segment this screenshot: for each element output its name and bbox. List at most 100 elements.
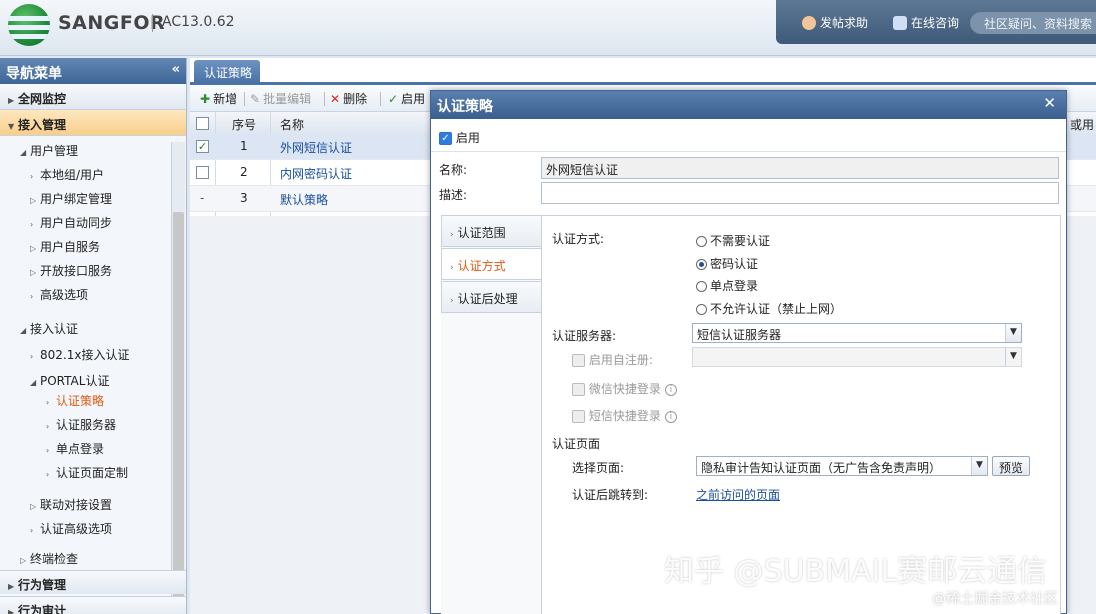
sms-login-option: 短信快捷登录 i: [572, 407, 677, 424]
chevron-right-icon: ›: [30, 352, 34, 361]
tree-access-auth[interactable]: ◢ 接入认证: [20, 320, 78, 337]
row-name-link[interactable]: 外网短信认证: [280, 139, 352, 156]
add-label: 新增: [213, 92, 238, 106]
tree-item[interactable]: ▷ 用户自服务: [30, 238, 100, 255]
consult-link[interactable]: 在线咨询: [893, 14, 959, 31]
chevron-right-icon: ›: [46, 422, 50, 431]
row-index: 2: [240, 165, 248, 179]
tree-item[interactable]: ▷ 联动对接设置: [30, 496, 112, 513]
sidebar-scrollbar[interactable]: ▼: [171, 142, 185, 614]
chevron-down-icon[interactable]: ▼: [971, 457, 987, 475]
tree-item[interactable]: › 高级选项: [30, 286, 88, 303]
sidebar-section-access[interactable]: ▼ 接入管理: [0, 110, 186, 136]
page-select[interactable]: 隐私审计告知认证页面（无广告含免责声明） ▼: [696, 456, 988, 476]
server-select[interactable]: 短信认证服务器 ▼: [692, 323, 1022, 343]
enable-checkbox[interactable]: ✓: [439, 132, 452, 145]
sms-checkbox: [572, 410, 585, 423]
tree-user-mgmt[interactable]: ◢ 用户管理: [20, 142, 78, 159]
add-button[interactable]: ✚ 新增: [200, 90, 237, 107]
radio-no-auth[interactable]: 不需要认证: [696, 232, 770, 249]
tree-item[interactable]: › 本地组/用户: [30, 166, 104, 183]
tree-label: 用户自动同步: [40, 216, 113, 230]
sidebar-section-behavior[interactable]: ▶ 行为管理: [0, 570, 186, 594]
tree-item[interactable]: › 认证服务器: [46, 416, 116, 433]
radio-label: 单点登录: [710, 279, 759, 293]
tree-item[interactable]: › 认证页面定制: [46, 464, 128, 481]
info-icon[interactable]: i: [664, 410, 677, 423]
tree-item[interactable]: ▷ 用户绑定管理: [30, 190, 112, 207]
tree-label: 认证高级选项: [40, 522, 113, 536]
row-checkbox[interactable]: [196, 166, 209, 179]
tree-item[interactable]: ▷ 终端检查: [20, 550, 78, 567]
toolbar-divider: [380, 92, 381, 106]
redirect-link[interactable]: 之前访问的页面: [696, 486, 780, 503]
tree-item-auth-policy[interactable]: › 认证策略: [46, 392, 104, 409]
row-checkbox[interactable]: ✓: [196, 140, 209, 153]
delete-button[interactable]: ✕ 删除: [330, 90, 367, 107]
tree-label: 用户自服务: [40, 240, 101, 254]
dialog-title: 认证策略: [437, 99, 493, 115]
enable-button[interactable]: ✓ 启用: [388, 90, 425, 107]
batch-edit-button[interactable]: ✎ 批量编辑: [250, 90, 311, 107]
triangle-right-icon: ▷: [30, 268, 37, 277]
radio-label: 密码认证: [710, 257, 759, 271]
row-name-link[interactable]: 内网密码认证: [280, 165, 352, 182]
info-icon[interactable]: i: [664, 383, 677, 396]
tree-item[interactable]: › 单点登录: [46, 440, 104, 457]
tree-item[interactable]: › 用户自动同步: [30, 214, 112, 231]
tree-item[interactable]: › 认证高级选项: [30, 520, 112, 537]
radio-button[interactable]: [696, 259, 707, 270]
sidebar-section-audit[interactable]: ▶ 行为审计: [0, 596, 186, 614]
self-register-option: 启用自注册:: [572, 351, 653, 368]
radio-password-auth[interactable]: 密码认证: [696, 255, 758, 272]
tree-item[interactable]: ▷ 开放接口服务: [30, 262, 112, 279]
radio-sso[interactable]: 单点登录: [696, 277, 758, 294]
subnav-post-auth[interactable]: › 认证后处理: [441, 281, 542, 313]
help-label: 发帖求助: [820, 16, 869, 30]
subnav-auth-scope[interactable]: › 认证范围: [441, 215, 542, 247]
subnav-auth-method[interactable]: › 认证方式: [441, 248, 542, 280]
radio-button[interactable]: [696, 236, 707, 247]
check-icon: ✓: [388, 91, 399, 106]
close-icon[interactable]: ✕: [1043, 94, 1056, 112]
version-label: AC13.0.62: [162, 14, 235, 30]
name-field[interactable]: 外网短信认证: [541, 157, 1059, 179]
wechat-login-option: 微信快捷登录 i: [572, 380, 677, 397]
radio-deny[interactable]: 不允许认证（禁止上网）: [696, 300, 842, 317]
help-link[interactable]: 发帖求助: [802, 14, 868, 31]
dialog-title-bar: 认证策略 ✕: [431, 91, 1066, 119]
triangle-right-icon: ▶: [8, 582, 15, 591]
tab-auth-policy[interactable]: 认证策略: [194, 60, 260, 82]
enable-toggle[interactable]: ✓ 启用: [439, 129, 480, 146]
sangfor-logo-icon: [8, 4, 50, 46]
divider: [431, 151, 1066, 152]
tree-label: 接入认证: [30, 322, 79, 336]
sidebar-title: 导航菜单: [6, 66, 62, 82]
row-name-link[interactable]: 默认策略: [280, 191, 328, 208]
collapse-icon[interactable]: «: [172, 62, 180, 77]
tree-portal[interactable]: ◢ PORTAL认证: [30, 372, 109, 389]
subnav-label: 认证方式: [457, 259, 506, 273]
chevron-right-icon: ›: [46, 446, 50, 455]
desc-field[interactable]: [541, 182, 1059, 204]
scrollbar-thumb[interactable]: [173, 212, 184, 612]
radio-button[interactable]: [696, 304, 707, 315]
batch-edit-label: 批量编辑: [263, 92, 312, 106]
tree-item[interactable]: › 802.1x接入认证: [30, 346, 129, 363]
self-register-checkbox: [572, 354, 585, 367]
radio-button[interactable]: [696, 281, 707, 292]
chevron-down-icon[interactable]: ▼: [1005, 324, 1021, 342]
row-index: 3: [240, 191, 248, 205]
preview-button[interactable]: 预览: [992, 456, 1031, 476]
top-bar: SANGFOR AC13.0.62 发帖求助 在线咨询 社区疑问、资料搜索: [0, 0, 1096, 56]
community-search-input[interactable]: 社区疑问、资料搜索: [970, 12, 1096, 34]
select-all-checkbox[interactable]: [196, 117, 209, 130]
sidebar-section-monitor[interactable]: ▶ 全网监控: [0, 84, 186, 110]
radio-label: 不需要认证: [710, 234, 771, 248]
tree-label: 本地组/用户: [40, 168, 105, 182]
chevron-right-icon: ›: [30, 526, 34, 535]
tree-label: 认证页面定制: [56, 466, 129, 480]
user-icon: [802, 15, 816, 30]
name-label: 名称:: [439, 163, 468, 177]
brand-divider: [152, 14, 153, 32]
